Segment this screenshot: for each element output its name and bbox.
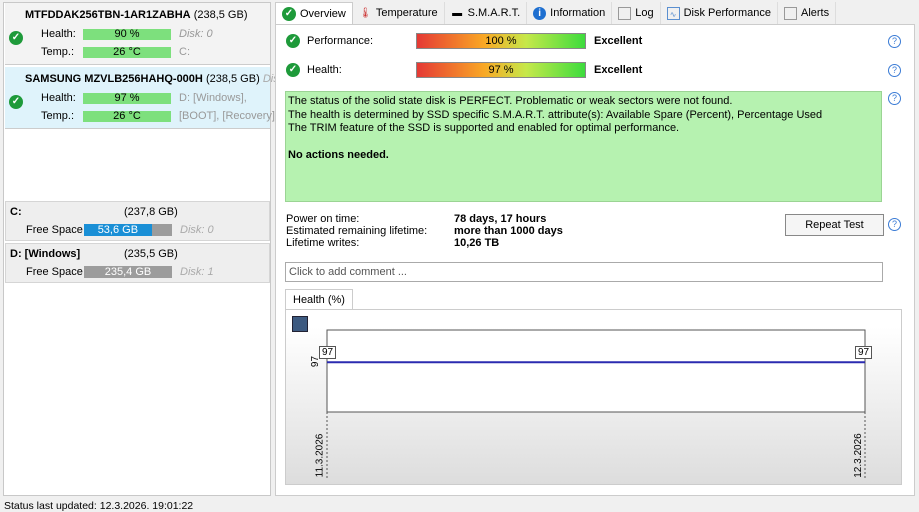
document-icon — [618, 6, 632, 20]
status-line: The health is determined by SSD specific… — [288, 108, 823, 121]
dash-icon: ▬ — [452, 7, 463, 19]
ok-check-icon: ✓ — [9, 95, 23, 109]
performance-label: Performance: — [307, 35, 374, 47]
temp-bar: 26 °C — [83, 47, 171, 58]
help-icon[interactable]: ? — [888, 64, 901, 77]
disk-volumes: D: [Windows], — [179, 92, 247, 104]
remaining-label: Estimated remaining lifetime: — [286, 225, 428, 237]
help-icon[interactable]: ? — [888, 92, 901, 105]
tab-label: Disk Performance — [683, 7, 771, 19]
x-tick-label: 12.3.2026 — [852, 433, 864, 478]
status-line: The TRIM feature of the SSD is supported… — [288, 122, 680, 134]
y-tick-label: 97 — [310, 356, 322, 368]
check-icon: ✓ — [282, 6, 296, 21]
performance-bar: 100 % — [416, 33, 586, 49]
tab-label: S.M.A.R.T. — [467, 7, 521, 19]
thermometer-icon: 🌡 — [358, 7, 372, 19]
volume-disk: Disk: 1 — [180, 266, 214, 278]
disk-volumes: C: — [179, 46, 190, 58]
disk-size: (238,5 GB) — [193, 9, 248, 21]
details-panel: ✓ Overview 🌡 Temperature ▬ S.M.A.R.T. i Info… — [275, 0, 919, 496]
tab-information[interactable]: i Information — [527, 2, 613, 24]
volume-disk: Disk: 0 — [180, 224, 214, 236]
tab-label: Temperature — [375, 7, 438, 19]
status-bar: Status last updated: 12.3.2026. 19:01:22 — [4, 500, 194, 512]
tab-health-chart[interactable]: Health (%) — [285, 289, 353, 310]
tab-temperature[interactable]: 🌡 Temperature — [352, 2, 445, 24]
plot-area — [326, 329, 866, 413]
status-line: The status of the solid state disk is PE… — [288, 95, 733, 107]
disk-size: (238,5 GB) — [205, 73, 260, 85]
disk-volumes-2: [BOOT], [Recovery] — [179, 110, 275, 122]
comment-input[interactable]: Click to add comment ... — [285, 262, 883, 282]
health-label: Health: — [41, 28, 76, 40]
free-space-bar: 53,6 GB — [84, 224, 172, 236]
volume-name: C: — [10, 206, 22, 218]
copy-icon — [783, 6, 797, 20]
writes-value: 10,26 TB — [454, 237, 500, 249]
health-label: Health: — [41, 92, 76, 104]
tab-label: Information — [550, 7, 606, 19]
free-space-bar: 235,4 GB — [84, 266, 172, 278]
info-icon: i — [533, 6, 547, 20]
power-on-label: Power on time: — [286, 213, 360, 225]
help-icon[interactable]: ? — [888, 35, 901, 48]
writes-label: Lifetime writes: — [286, 237, 360, 249]
tab-label: Alerts — [800, 7, 830, 19]
tab-bar: ✓ Overview 🌡 Temperature ▬ S.M.A.R.T. i Info… — [275, 2, 837, 24]
data-label: 97 — [855, 346, 873, 360]
tab-disk-performance[interactable]: ∿ Disk Performance — [660, 2, 778, 24]
temp-label: Temp.: — [41, 110, 75, 122]
tab-label: Overview — [300, 7, 346, 20]
health-bar: 97 % — [83, 93, 171, 104]
status-description: The status of the solid state disk is PE… — [285, 91, 882, 202]
overview-panel: ✓ Performance: 100 % Excellent ? ✓ Healt… — [275, 24, 915, 496]
health-bar: 90 % — [83, 29, 171, 40]
health-bar: 97 % — [416, 62, 586, 78]
tab-smart[interactable]: ▬ S.M.A.R.T. — [444, 2, 528, 24]
volume-item-d[interactable]: D: [Windows] (235,5 GB) Free Space 235,4… — [5, 243, 270, 283]
volume-size: (237,8 GB) — [124, 206, 178, 218]
ok-check-icon: ✓ — [286, 63, 300, 77]
health-chart: 97 97 97 11.3.2026 12.3.2026 — [285, 309, 902, 485]
free-space-label: Free Space — [26, 224, 83, 236]
performance-rating: Excellent — [594, 35, 643, 47]
disk-name: MTFDDAK256TBN-1AR1ZABHA — [25, 9, 191, 21]
x-tick-label: 11.3.2026 — [314, 433, 326, 478]
repeat-test-button[interactable]: Repeat Test — [785, 214, 884, 236]
chart-icon: ∿ — [666, 6, 680, 20]
volume-size: (235,5 GB) — [124, 248, 178, 260]
tab-overview[interactable]: ✓ Overview — [275, 2, 353, 24]
disk-name: SAMSUNG MZVLB256HAHQ-000H — [25, 73, 203, 85]
free-space-label: Free Space — [26, 266, 83, 278]
disk-list-panel: MTFDDAK256TBN-1AR1ZABHA (238,5 GB) ✓ Hea… — [3, 2, 279, 496]
free-space-value: 235,4 GB — [84, 266, 172, 278]
disk-item-1[interactable]: SAMSUNG MZVLB256HAHQ-000H (238,5 GB) Dis… — [5, 67, 279, 129]
tab-alerts[interactable]: Alerts — [777, 2, 837, 24]
disk-number: Disk: 0 — [179, 28, 213, 40]
data-label: 97 — [319, 346, 337, 360]
disk-item-0[interactable]: MTFDDAK256TBN-1AR1ZABHA (238,5 GB) ✓ Hea… — [5, 3, 270, 65]
status-action: No actions needed. — [288, 148, 389, 161]
free-space-value: 53,6 GB — [84, 224, 152, 236]
remaining-value: more than 1000 days — [454, 225, 563, 237]
temp-label: Temp.: — [41, 46, 75, 58]
lifetime-info: Power on time: 78 days, 17 hours Estimate… — [286, 213, 563, 249]
help-icon[interactable]: ? — [888, 218, 901, 231]
ok-check-icon: ✓ — [286, 34, 300, 48]
health-label: Health: — [307, 64, 342, 76]
health-rating: Excellent — [594, 64, 643, 76]
volume-item-c[interactable]: C: (237,8 GB) Free Space 53,6 GB Disk: 0 — [5, 201, 270, 241]
tab-label: Log — [635, 7, 654, 19]
volume-name: D: [Windows] — [10, 248, 81, 260]
tab-log[interactable]: Log — [612, 2, 661, 24]
power-on-value: 78 days, 17 hours — [454, 213, 547, 225]
ok-check-icon: ✓ — [9, 31, 23, 45]
temp-bar: 26 °C — [83, 111, 171, 122]
